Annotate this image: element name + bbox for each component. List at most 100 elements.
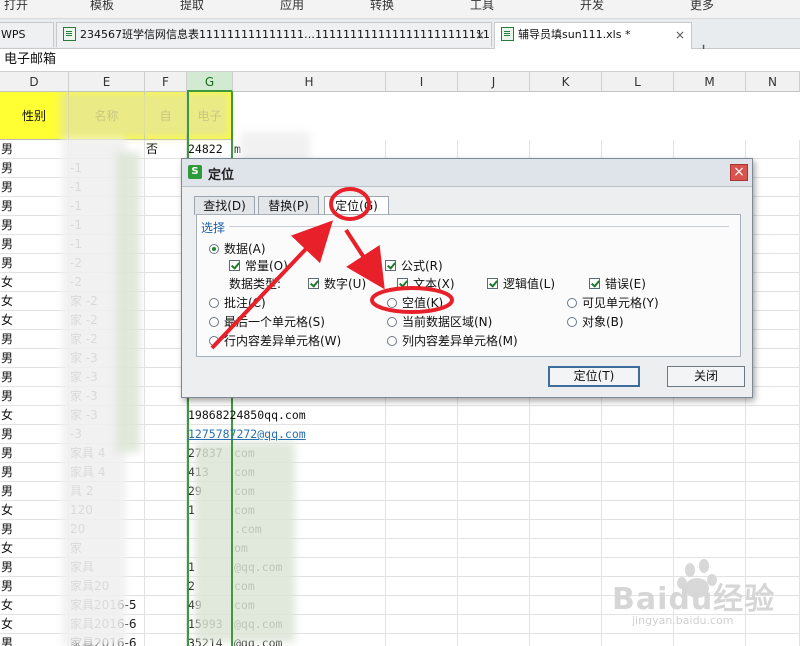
cell-k[interactable] (530, 406, 602, 425)
cell-j[interactable] (458, 577, 530, 596)
cell-g[interactable]: 1 (187, 558, 233, 577)
cell-f[interactable] (145, 520, 187, 539)
cell-k[interactable] (530, 615, 602, 634)
cell-k[interactable] (530, 539, 602, 558)
header-cell-email[interactable]: 电子 (187, 92, 233, 140)
cell-i[interactable] (386, 425, 458, 444)
cell-f[interactable] (145, 425, 187, 444)
cell-m[interactable] (674, 634, 746, 646)
cell-k[interactable] (530, 634, 602, 646)
cell-i[interactable] (386, 140, 458, 159)
cell-h[interactable]: com (233, 577, 386, 596)
tab-close-icon[interactable]: × (475, 23, 485, 47)
cell-l[interactable] (602, 634, 674, 646)
table-row[interactable]: 男家具2016-6 35214 @qq.com (0, 634, 800, 646)
cell-j[interactable] (458, 634, 530, 646)
cell-d[interactable]: 男 (0, 159, 69, 178)
cell-e[interactable]: 20 (69, 520, 145, 539)
cell-l[interactable] (602, 140, 674, 159)
cell-k[interactable] (530, 425, 602, 444)
cell-k[interactable] (530, 596, 602, 615)
cell-m[interactable] (674, 615, 746, 634)
cell-l[interactable] (602, 444, 674, 463)
cell-l[interactable] (602, 406, 674, 425)
table-row[interactable]: 男 否 24822 m (0, 140, 800, 159)
cell-d[interactable]: 男 (0, 349, 69, 368)
cell-j[interactable] (458, 463, 530, 482)
option-formulas[interactable]: 公式(R) (385, 258, 443, 274)
option-constants[interactable]: 常量(O) (229, 258, 288, 274)
radio-icon[interactable] (387, 316, 397, 327)
menu-item[interactable]: 提取 (180, 0, 204, 13)
cell-d[interactable]: 女 (0, 501, 69, 520)
tab-find[interactable]: 查找(D) (194, 196, 255, 215)
cell-e[interactable]: 120 (69, 501, 145, 520)
cell-f[interactable] (145, 444, 187, 463)
cell-g[interactable]: 15993 (187, 615, 233, 634)
cell-n[interactable] (746, 292, 800, 311)
cell-n[interactable] (746, 577, 800, 596)
radio-icon[interactable] (209, 297, 219, 308)
cell-i[interactable] (386, 501, 458, 520)
menu-item[interactable]: 开发 (580, 0, 604, 13)
cell-d[interactable]: 男 (0, 197, 69, 216)
cell-g[interactable]: 413 (187, 463, 233, 482)
checkbox-checked-icon[interactable] (589, 278, 600, 289)
column-header-n[interactable]: N (746, 72, 800, 92)
cell-m[interactable] (674, 577, 746, 596)
cell-l[interactable] (602, 463, 674, 482)
menu-item[interactable]: 应用 (280, 0, 304, 13)
radio-icon[interactable] (387, 335, 397, 346)
cell-d[interactable]: 男 (0, 368, 69, 387)
cell-n[interactable] (746, 463, 800, 482)
cell-k[interactable] (530, 463, 602, 482)
goto-ok-button[interactable]: 定位(T) (548, 366, 640, 387)
cell-h[interactable]: com (233, 444, 386, 463)
cell-l[interactable] (602, 615, 674, 634)
cell-f[interactable] (145, 596, 187, 615)
option-row-differences[interactable]: 行内容差异单元格(W) (209, 333, 341, 349)
option-current-region[interactable]: 当前数据区域(N) (387, 314, 492, 330)
cell-n[interactable] (746, 520, 800, 539)
cell-h[interactable]: com (233, 482, 386, 501)
cell-d[interactable]: 男 (0, 425, 69, 444)
option-objects[interactable]: 对象(B) (567, 314, 624, 330)
cell-g[interactable]: 1 (187, 501, 233, 520)
cell-f[interactable] (145, 539, 187, 558)
cell-k[interactable] (530, 444, 602, 463)
menu-item[interactable]: 打开 (4, 0, 28, 13)
checkbox-checked-icon[interactable] (397, 278, 408, 289)
option-visible-cells[interactable]: 可见单元格(Y) (567, 295, 659, 311)
table-row[interactable]: 男 -3 1275787272@qq.com (0, 425, 800, 444)
cell-d[interactable]: 男 (0, 577, 69, 596)
option-data[interactable]: 数据(A) (209, 241, 266, 257)
table-row[interactable]: 男家具 4 413 com (0, 463, 800, 482)
cell-d[interactable]: 男 (0, 140, 69, 159)
dialog-close-button[interactable]: 关闭 (667, 366, 745, 387)
checkbox-checked-icon[interactable] (385, 260, 396, 271)
table-row[interactable]: 女家具2016-6 15993 @qq.com (0, 615, 800, 634)
cell-n[interactable] (746, 406, 800, 425)
menu-item[interactable]: 转换 (370, 0, 394, 13)
cell-i[interactable] (386, 539, 458, 558)
cell-l[interactable] (602, 482, 674, 501)
cell-n[interactable] (746, 254, 800, 273)
table-row[interactable]: 男具 2 29 com (0, 482, 800, 501)
checkbox-checked-icon[interactable] (308, 278, 319, 289)
cell-n[interactable] (746, 178, 800, 197)
cell-n[interactable] (746, 444, 800, 463)
cell-m[interactable] (674, 425, 746, 444)
cell-d[interactable]: 男 (0, 463, 69, 482)
radio-icon[interactable] (209, 335, 219, 346)
tab-replace[interactable]: 替换(P) (258, 196, 319, 215)
cell-e[interactable]: -1 (69, 197, 145, 216)
cell-d[interactable]: 女 (0, 539, 69, 558)
cell-i[interactable] (386, 558, 458, 577)
cell-g[interactable]: 49 (187, 596, 233, 615)
name-box[interactable]: 电子邮箱 (0, 49, 800, 72)
cell-h[interactable]: @qq.com (233, 558, 386, 577)
cell-e[interactable]: 家 -2 (69, 311, 145, 330)
cell-m[interactable] (674, 501, 746, 520)
cell-h[interactable]: @qq.com (233, 615, 386, 634)
cell-n[interactable] (746, 216, 800, 235)
